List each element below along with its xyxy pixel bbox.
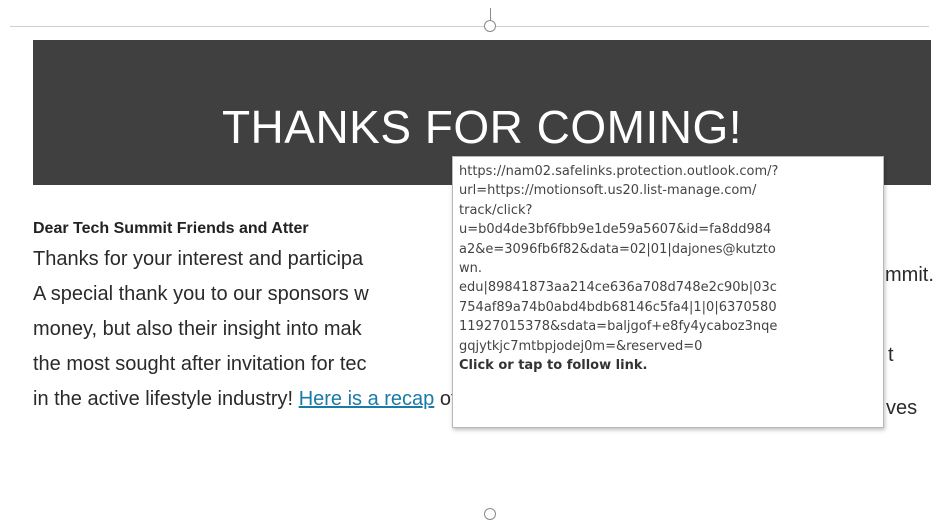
tooltip-url-line: edu|89841873aa214ce636a708d748e2c90b|03c — [459, 280, 777, 296]
line-tail-3: t — [888, 344, 894, 366]
link-tooltip[interactable]: https://nam02.safelinks.protection.outlo… — [452, 156, 884, 428]
last-line-prefix: in the active lifestyle industry! — [33, 388, 299, 410]
section-divider — [10, 26, 929, 27]
tooltip-url-line: https://nam02.safelinks.protection.outlo… — [459, 164, 779, 179]
banner-title: THANKS FOR COMING! — [221, 101, 743, 153]
resize-handle-stem — [490, 8, 491, 20]
tooltip-hint: Click or tap to follow link. — [459, 358, 648, 374]
tooltip-url-line: u=b0d4de3bf6fbb9e1de59a5607&id=fa8dd984 — [459, 222, 772, 238]
line-tail-4: ves — [886, 397, 918, 419]
tooltip-url-line: a2&e=3096fb6f82&data=02|01|dajones@kutzt… — [459, 241, 776, 257]
resize-handle-top[interactable] — [484, 20, 496, 32]
tooltip-url-line: track/click? — [459, 202, 533, 218]
tooltip-url-line: 754af89a74b0abd4bdb68146c5fa4|1|0|637058… — [459, 299, 777, 315]
line-tail-1: mmit. — [885, 264, 934, 286]
recap-link[interactable]: Here is a recap — [299, 388, 435, 410]
tooltip-url-line: gqjytkjc7mtbpjodej0m=&reserved=0 — [459, 338, 703, 354]
tooltip-url-line: 11927015378&sdata=baljgof+e8fy4ycaboz3nq… — [459, 319, 778, 335]
resize-handle-bottom[interactable] — [484, 508, 496, 520]
tooltip-url-line: wn. — [459, 261, 483, 277]
tooltip-url-line: url=https://motionsoft.us20.list-manage.… — [459, 183, 757, 199]
